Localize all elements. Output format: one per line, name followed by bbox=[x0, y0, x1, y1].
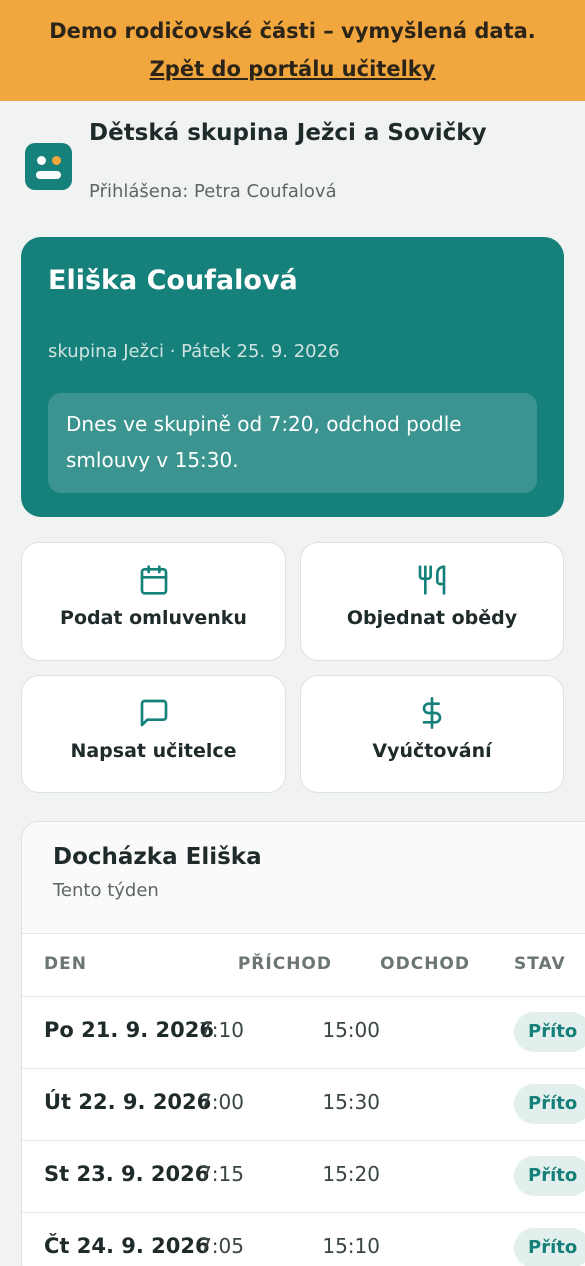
row-departure: 15:30 bbox=[322, 1090, 380, 1114]
table-row: Po 21. 9. 2026 7:10 15:00 Příto bbox=[22, 996, 585, 1068]
table-row: St 23. 9. 2026 7:15 15:20 Příto bbox=[22, 1140, 585, 1212]
row-arrival: 7:10 bbox=[199, 1018, 244, 1042]
row-day: Čt 24. 9. 2026 bbox=[44, 1234, 210, 1258]
table-row: Út 22. 9. 2026 7:00 15:30 Příto bbox=[22, 1068, 585, 1140]
billing-label: Vyúčtování bbox=[372, 740, 492, 762]
child-subtitle: skupina Ježci · Pátek 25. 9. 2026 bbox=[48, 341, 340, 362]
utensils-icon bbox=[301, 564, 563, 598]
column-header-day: DEN bbox=[44, 954, 87, 974]
row-arrival: 7:05 bbox=[199, 1234, 244, 1258]
order-lunches-label: Objednat obědy bbox=[346, 607, 518, 629]
row-arrival: 7:00 bbox=[199, 1090, 244, 1114]
attendance-subtitle: Tento týden bbox=[53, 880, 159, 901]
logged-in-user: Přihlášena: Petra Coufalová bbox=[89, 181, 337, 202]
child-card: Eliška Coufalová skupina Ježci · Pátek 2… bbox=[21, 237, 564, 517]
row-departure: 15:10 bbox=[322, 1234, 380, 1258]
column-header-arrival: PŘÍCHOD bbox=[237, 954, 332, 974]
back-to-teacher-portal-link[interactable]: Zpět do portálu učitelky bbox=[150, 57, 436, 81]
today-note: Dnes ve skupině od 7:20, odchod podle sm… bbox=[48, 393, 537, 493]
row-day: Po 21. 9. 2026 bbox=[44, 1018, 214, 1042]
billing-button[interactable]: Vyúčtování bbox=[300, 675, 564, 793]
attendance-header: Docházka Eliška Tento týden bbox=[22, 822, 585, 934]
submit-excuse-label: Podat omluvenku bbox=[60, 607, 247, 629]
row-arrival: 7:15 bbox=[199, 1162, 244, 1186]
message-teacher-label: Napsat učitelce bbox=[70, 740, 237, 762]
status-badge: Příto bbox=[514, 1228, 585, 1266]
row-day: St 23. 9. 2026 bbox=[44, 1162, 210, 1186]
table-row: Čt 24. 9. 2026 7:05 15:10 Příto bbox=[22, 1212, 585, 1266]
message-icon bbox=[22, 697, 285, 731]
column-header-departure: ODCHOD bbox=[380, 954, 470, 974]
calendar-icon bbox=[22, 564, 285, 598]
column-header-status: STAV bbox=[514, 954, 566, 974]
row-departure: 15:00 bbox=[322, 1018, 380, 1042]
status-badge: Příto bbox=[514, 1084, 585, 1124]
message-teacher-button[interactable]: Napsat učitelce bbox=[21, 675, 286, 793]
status-badge: Příto bbox=[514, 1156, 585, 1196]
status-badge: Příto bbox=[514, 1012, 585, 1052]
row-departure: 15:20 bbox=[322, 1162, 380, 1186]
org-name: Dětská skupina Ježci a Sovičky bbox=[89, 120, 487, 146]
submit-excuse-button[interactable]: Podat omluvenku bbox=[21, 542, 286, 661]
demo-banner-text: Demo rodičovské části – vymyšlená data. bbox=[49, 19, 536, 43]
attendance-title: Docházka Eliška bbox=[53, 844, 262, 870]
demo-banner: Demo rodičovské části – vymyšlená data. … bbox=[0, 0, 585, 101]
dollar-icon bbox=[301, 697, 563, 731]
attendance-card: Docházka Eliška Tento týden DEN PŘÍCHOD … bbox=[21, 821, 585, 1266]
app-logo-icon bbox=[25, 143, 72, 190]
row-day: Út 22. 9. 2026 bbox=[44, 1090, 212, 1114]
order-lunches-button[interactable]: Objednat obědy bbox=[300, 542, 564, 661]
child-name: Eliška Coufalová bbox=[48, 265, 298, 296]
